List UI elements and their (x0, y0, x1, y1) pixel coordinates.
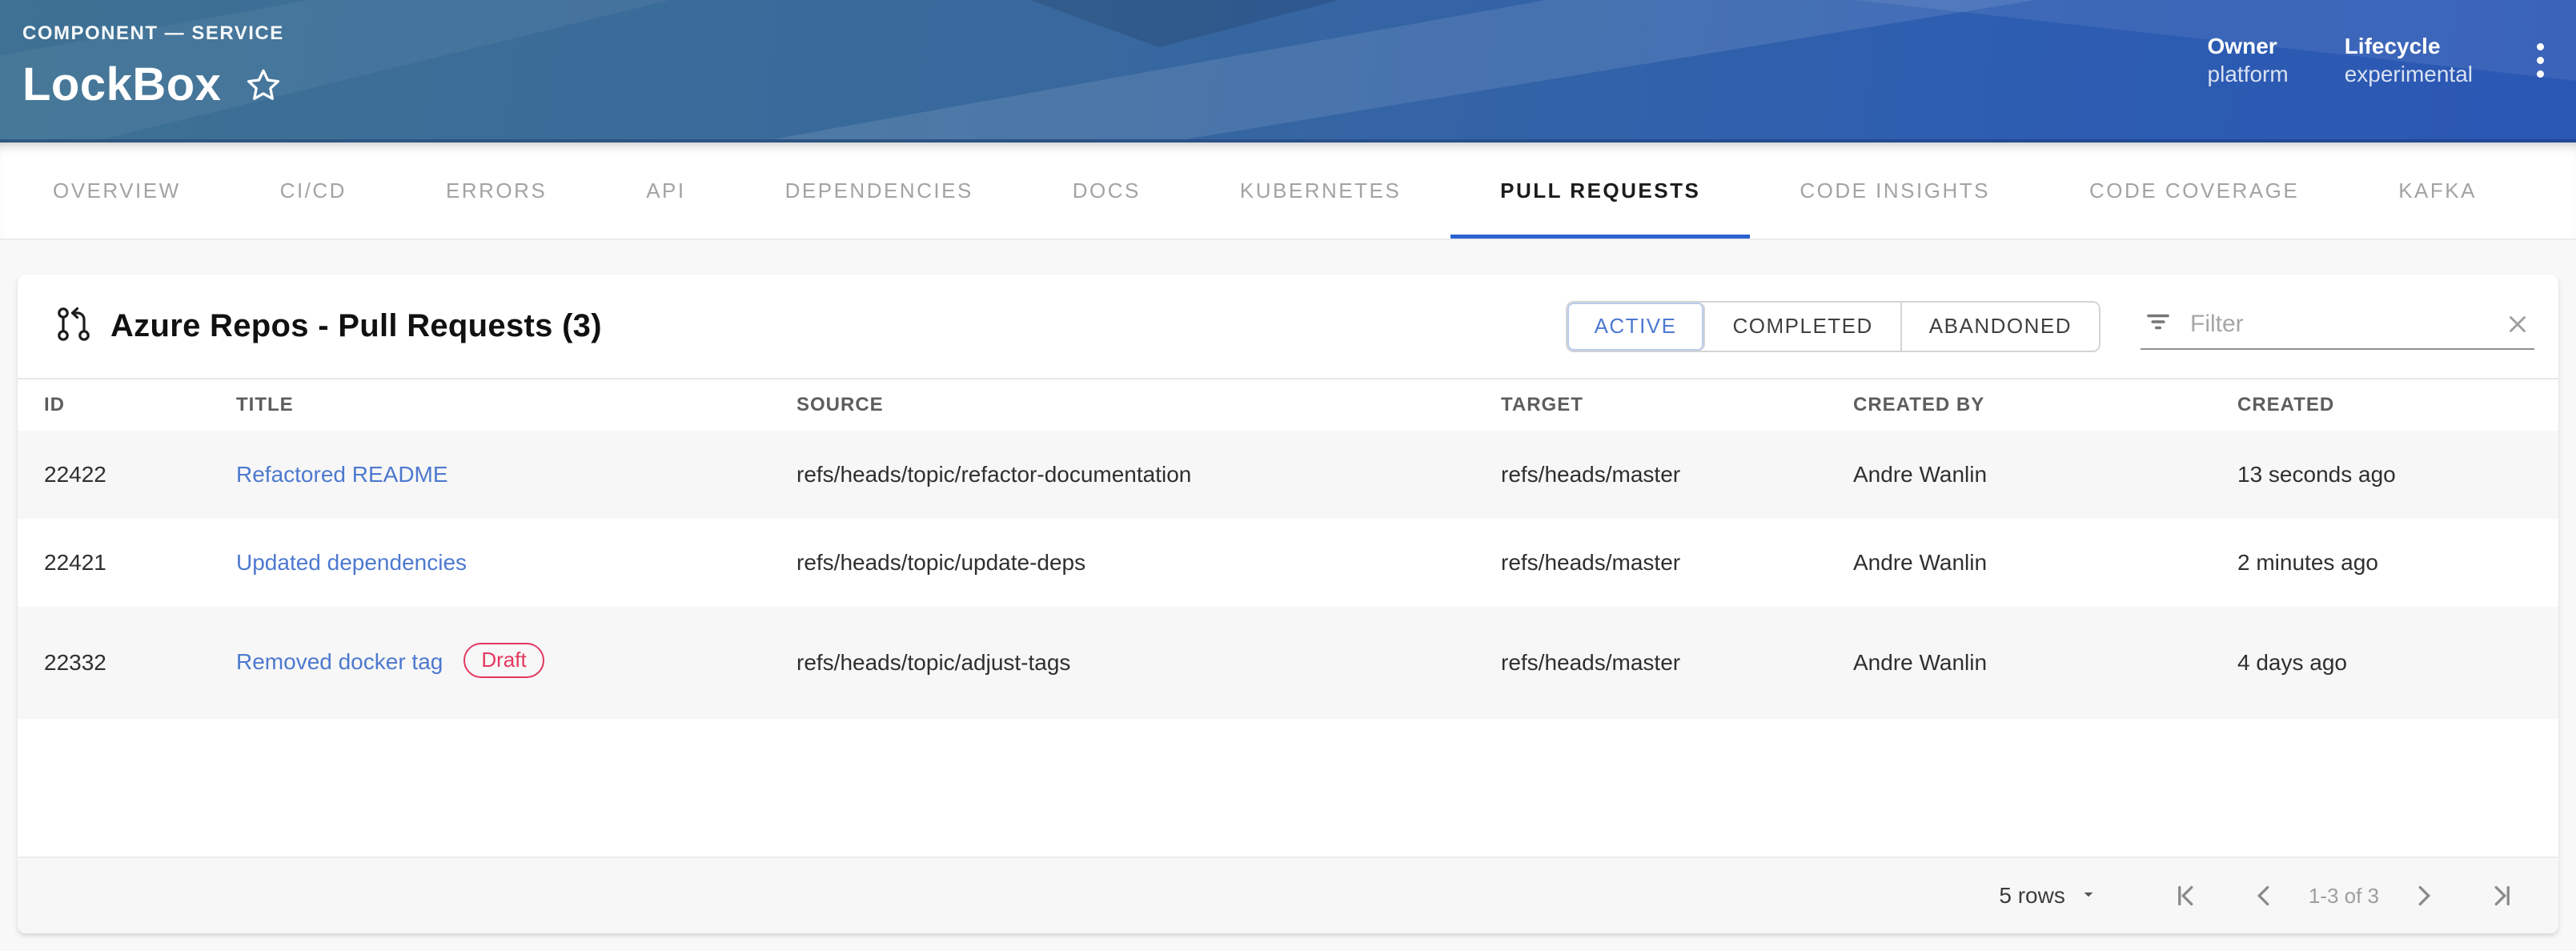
column-header-id: ID (18, 379, 210, 431)
last-page-icon[interactable] (2478, 873, 2525, 919)
owner-meta: Owner platform (2208, 32, 2289, 88)
pr-target: refs/heads/master (1475, 431, 1827, 519)
filter-list-icon (2144, 307, 2173, 340)
pr-source: refs/heads/topic/refactor-documentation (770, 431, 1475, 519)
pr-created-by: Andre Wanlin (1827, 607, 2211, 719)
lifecycle-meta: Lifecycle experimental (2345, 32, 2473, 88)
tab-label: PULL REQUESTS (1500, 179, 1700, 203)
table-row: 22422 Refactored README refs/heads/topic… (18, 431, 2558, 519)
tab-label: DEPENDENCIES (785, 179, 973, 203)
pull-requests-table: ID TITLE SOURCE TARGET CREATED BY CREATE… (18, 379, 2558, 719)
page-title: LockBox (22, 58, 221, 111)
pr-id: 22422 (18, 431, 210, 519)
tab-dependencies[interactable]: DEPENDENCIES (736, 142, 1023, 239)
pr-target: refs/heads/master (1475, 607, 1827, 719)
column-header-created-by: CREATED BY (1827, 379, 2211, 431)
pr-created: 13 seconds ago (2211, 431, 2558, 519)
lifecycle-value: experimental (2345, 60, 2473, 88)
lifecycle-label: Lifecycle (2345, 32, 2473, 60)
tab-label: KUBERNETES (1240, 179, 1401, 203)
card-title: Azure Repos - Pull Requests (3) (110, 308, 602, 344)
column-header-title: TITLE (210, 379, 770, 431)
column-header-target: TARGET (1475, 379, 1827, 431)
entity-kind-label: COMPONENT — SERVICE (22, 22, 284, 45)
pr-source: refs/heads/topic/adjust-tags (770, 607, 1475, 719)
pr-created-by: Andre Wanlin (1827, 519, 2211, 607)
pull-requests-card: Azure Repos - Pull Requests (3) ACTIVE C… (18, 275, 2558, 933)
tab-label: CODE COVERAGE (2089, 179, 2299, 203)
column-header-source: SOURCE (770, 379, 1475, 431)
pr-source: refs/heads/topic/update-deps (770, 519, 1475, 607)
star-outline-icon[interactable] (245, 66, 282, 103)
chevron-right-icon[interactable] (2400, 873, 2446, 919)
pr-title-link[interactable]: Removed docker tag (236, 649, 443, 674)
chevron-down-icon (2078, 884, 2099, 909)
owner-value: platform (2208, 60, 2289, 88)
tab-code-coverage[interactable]: CODE COVERAGE (2040, 142, 2349, 239)
completed-filter-button[interactable]: COMPLETED (1705, 303, 1901, 351)
pr-created-by: Andre Wanlin (1827, 431, 2211, 519)
tab-label: OVERVIEW (53, 179, 181, 203)
page: COMPONENT — SERVICE LockBox Owner platfo… (0, 0, 2576, 951)
tab-label: DOCS (1073, 179, 1141, 203)
tab-code-insights[interactable]: CODE INSIGHTS (1750, 142, 2040, 239)
pr-target: refs/heads/master (1475, 519, 1827, 607)
tab-label: CODE INSIGHTS (1800, 179, 1990, 203)
owner-label: Owner (2208, 32, 2289, 60)
pr-status-button-group: ACTIVE COMPLETED ABANDONED (1566, 301, 2101, 352)
active-filter-button[interactable]: ACTIVE (1567, 303, 1706, 351)
kebab-menu-icon[interactable] (2529, 37, 2552, 84)
filter-field (2141, 303, 2534, 350)
filter-input[interactable] (2190, 311, 2504, 338)
pr-created: 2 minutes ago (2211, 519, 2558, 607)
column-header-created: CREATED (2211, 379, 2558, 431)
abandoned-filter-button[interactable]: ABANDONED (1902, 303, 2099, 351)
rows-per-page-label: 5 rows (1999, 883, 2064, 909)
tab-pull-requests[interactable]: PULL REQUESTS (1451, 142, 1750, 239)
table-row: 22421 Updated dependencies refs/heads/to… (18, 519, 2558, 607)
tab-errors[interactable]: ERRORS (396, 142, 596, 239)
tab-label: ERRORS (446, 179, 547, 203)
pr-id: 22421 (18, 519, 210, 607)
card-header: Azure Repos - Pull Requests (3) ACTIVE C… (18, 275, 2558, 379)
table-empty-space (18, 719, 2558, 857)
pagination-bar: 5 rows 1-3 of 3 (18, 857, 2558, 933)
pagination-range: 1-3 of 3 (2309, 884, 2379, 909)
chevron-left-icon[interactable] (2241, 873, 2288, 919)
pr-title-link[interactable]: Updated dependencies (236, 550, 467, 575)
git-pull-request-icon (54, 305, 93, 347)
rows-per-page-select[interactable]: 5 rows (1999, 883, 2098, 909)
pr-id: 22332 (18, 607, 210, 719)
entity-tabs: OVERVIEW CI/CD ERRORS API DEPENDENCIES D… (0, 142, 2576, 240)
pr-created: 4 days ago (2211, 607, 2558, 719)
tab-ci-cd[interactable]: CI/CD (231, 142, 396, 239)
tab-label: CI/CD (280, 179, 347, 203)
table-header-row: ID TITLE SOURCE TARGET CREATED BY CREATE… (18, 379, 2558, 431)
tab-docs[interactable]: DOCS (1023, 142, 1190, 239)
first-page-icon[interactable] (2163, 873, 2209, 919)
table-row: 22332 Removed docker tag Draft refs/heads… (18, 607, 2558, 719)
tab-label: API (646, 179, 685, 203)
entity-header: COMPONENT — SERVICE LockBox Owner platfo… (0, 0, 2576, 142)
draft-badge: Draft (463, 643, 544, 679)
tab-kubernetes[interactable]: KUBERNETES (1190, 142, 1451, 239)
pr-title-link[interactable]: Refactored README (236, 462, 448, 487)
tab-overview[interactable]: OVERVIEW (3, 142, 231, 239)
close-icon[interactable] (2504, 311, 2531, 338)
tab-api[interactable]: API (596, 142, 735, 239)
tab-label: KAFKA (2398, 179, 2477, 203)
tab-todos[interactable]: TODOS (2526, 142, 2576, 239)
tab-kafka[interactable]: KAFKA (2349, 142, 2526, 239)
